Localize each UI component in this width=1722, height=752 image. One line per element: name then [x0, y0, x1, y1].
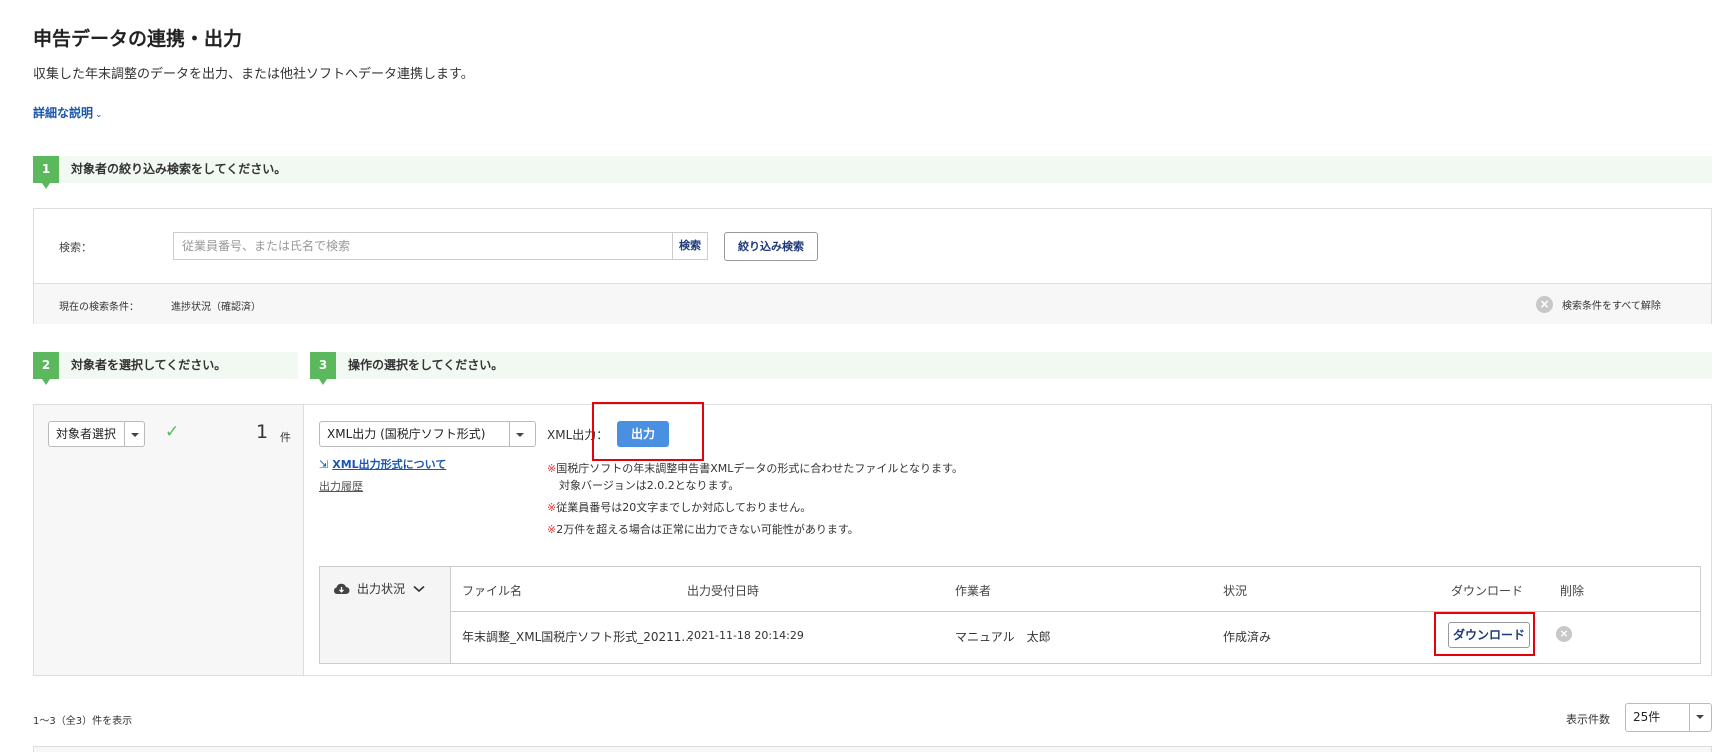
- target-select-dropdown[interactable]: 対象者選択: [48, 421, 145, 447]
- search-input[interactable]: [173, 232, 673, 260]
- check-icon: ✓: [165, 422, 180, 442]
- step3-number: 3: [310, 352, 336, 385]
- current-condition-value: 進捗状況（確認済）: [171, 302, 261, 313]
- chevron-down-icon: ⌄: [95, 110, 103, 120]
- output-history-link[interactable]: 出力履歴: [319, 478, 363, 494]
- step2-number: 2: [33, 352, 59, 385]
- search-button[interactable]: 検索: [673, 232, 708, 260]
- page-description: 収集した年末調整のデータを出力、または他社ソフトへデータ連携します。: [33, 67, 474, 82]
- column-header-delete: 削除: [1560, 584, 1585, 598]
- delete-icon[interactable]: ×: [1556, 626, 1572, 642]
- filter-search-button[interactable]: 絞り込み検索: [724, 232, 818, 261]
- caret-down-icon: [509, 422, 535, 446]
- note-text: 対象バージョンは2.0.2となります。: [559, 479, 740, 492]
- note-text: 国税庁ソフトの年末調整申告書XMLデータの形式に合わせたファイルとなります。: [556, 462, 963, 475]
- note-4: ※2万件を超える場合は正常に出力できない可能性があります。: [547, 521, 859, 537]
- caret-down-icon: [124, 422, 144, 446]
- external-link-icon: ⇲: [319, 457, 329, 471]
- operation-panel: 対象者選択 ✓ 1 件 XML出力 (国税庁ソフト形式) XML出力： 出力 ⇲…: [33, 402, 1712, 676]
- note-1: ※国税庁ソフトの年末調整申告書XMLデータの形式に合わせたファイルとなります。: [547, 460, 963, 476]
- detail-explanation-link[interactable]: 詳細な説明 ⌄: [33, 104, 103, 121]
- clear-all-conditions[interactable]: × 検索条件をすべて解除: [1536, 296, 1661, 313]
- current-conditions-row: 現在の検索条件： 進捗状況（確認済） × 検索条件をすべて解除: [34, 283, 1711, 324]
- step3-label: 操作の選択をしてください。: [348, 358, 504, 372]
- note-2: 対象バージョンは2.0.2となります。: [559, 477, 739, 493]
- note-3: ※従業員番号は20文字までしか対応しておりません。: [547, 499, 811, 515]
- row-status: 作成済み: [1223, 630, 1272, 644]
- output-format-dropdown[interactable]: XML出力 (国税庁ソフト形式): [319, 421, 536, 447]
- page-size-label: 表示件数: [1566, 713, 1610, 726]
- column-header-received: 出力受付日時: [687, 584, 760, 598]
- output-format-label: XML出力 (国税庁ソフト形式): [327, 427, 486, 441]
- clear-all-label: 検索条件をすべて解除: [1562, 301, 1661, 312]
- selected-count: 1: [256, 421, 269, 443]
- row-received: 2021-11-18 20:14:29: [687, 629, 804, 642]
- output-status-label: 出力状況: [357, 582, 406, 596]
- xml-format-link-label: XML出力形式について: [332, 458, 447, 471]
- cloud-download-icon: [333, 583, 350, 594]
- result-range-text: 1〜3（全3）件を表示: [33, 716, 133, 727]
- note-text: 2万件を超える場合は正常に出力できない可能性があります。: [556, 523, 859, 536]
- step1-number: 1: [33, 156, 59, 189]
- note-mark: ※: [547, 523, 557, 536]
- note-mark: ※: [547, 462, 557, 475]
- page-title: 申告データの連携・出力: [33, 28, 243, 50]
- step2-header: 2 対象者を選択してください。: [33, 352, 298, 385]
- download-button-highlight: [1434, 612, 1535, 656]
- close-circle-icon: ×: [1536, 296, 1553, 313]
- target-select-column: 対象者選択 ✓ 1 件: [34, 405, 304, 675]
- output-status-toggle-cell: 出力状況: [320, 567, 451, 663]
- page-size-value: 25件: [1633, 710, 1661, 724]
- output-status-table: 出力状況 ファイル名 出力受付日時 作業者 状況 ダウンロード 削除 年末調整_…: [319, 566, 1701, 664]
- column-header-operator: 作業者: [955, 584, 992, 598]
- step2-label: 対象者を選択してください。: [71, 358, 227, 372]
- column-header-status: 状況: [1223, 584, 1248, 598]
- search-panel: 検索： 検索 絞り込み検索 現在の検索条件： 進捗状況（確認済） × 検索条件を…: [33, 208, 1712, 324]
- column-header-filename: ファイル名: [462, 584, 523, 598]
- current-condition-label: 現在の検索条件：: [59, 302, 139, 313]
- table-header-row: ファイル名 出力受付日時 作業者 状況 ダウンロード 削除: [451, 567, 1700, 612]
- target-select-label: 対象者選択: [56, 427, 117, 441]
- row-operator: マニュアル 太郎: [955, 630, 1051, 644]
- step1-header: 1 対象者の絞り込み検索をしてください。: [33, 156, 1712, 189]
- caret-down-icon: [1689, 704, 1711, 731]
- chevron-down-icon: [413, 585, 425, 592]
- table-row: 年末調整_XML国税庁ソフト形式_20211... 2021-11-18 20:…: [451, 612, 1700, 663]
- column-header-download: ダウンロード: [1451, 584, 1524, 598]
- selected-count-unit: 件: [280, 431, 291, 444]
- output-button-highlight: [592, 402, 704, 461]
- page-size-dropdown[interactable]: 25件: [1625, 703, 1712, 732]
- note-text: 従業員番号は20文字までしか対応しておりません。: [556, 501, 812, 514]
- output-status-toggle[interactable]: 出力状況: [333, 580, 425, 597]
- search-label: 検索：: [59, 241, 92, 254]
- result-table-header-strip: [33, 746, 1712, 752]
- note-mark: ※: [547, 501, 557, 514]
- xml-format-link[interactable]: ⇲ XML出力形式について: [319, 456, 446, 472]
- row-filename: 年末調整_XML国税庁ソフト形式_20211...: [462, 630, 693, 644]
- step1-label: 対象者の絞り込み検索をしてください。: [71, 162, 287, 176]
- detail-link-label: 詳細な説明: [33, 106, 94, 120]
- step3-header: 3 操作の選択をしてください。: [310, 352, 1712, 385]
